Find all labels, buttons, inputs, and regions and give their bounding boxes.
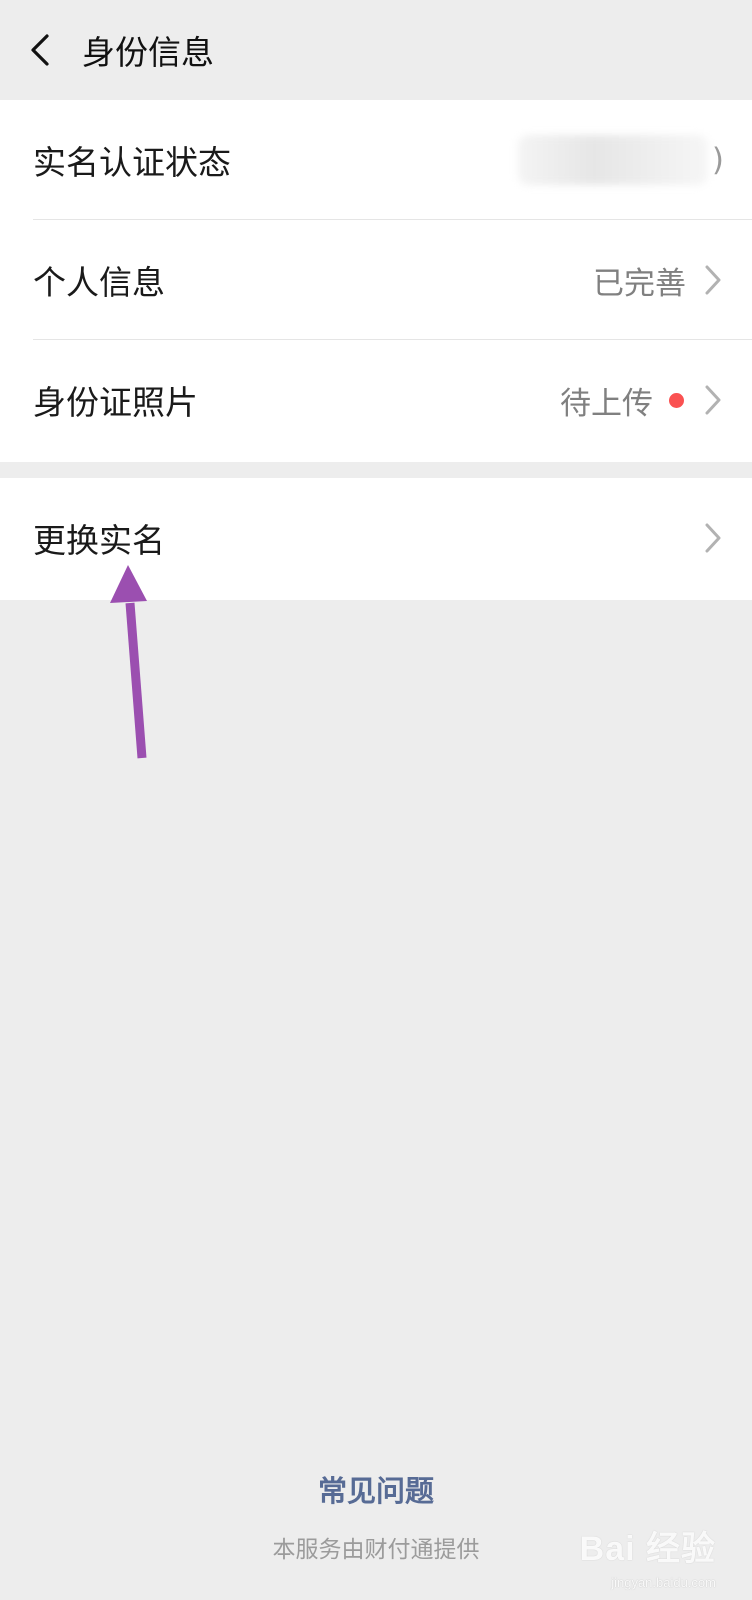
row-label: 身份证照片 — [33, 383, 198, 422]
watermark-url: jingyan.baidu.com — [611, 1575, 716, 1590]
back-button[interactable] — [0, 0, 80, 100]
row-personal-info[interactable]: 个人信息 已完善 — [0, 220, 752, 340]
annotation-arrow-icon — [110, 565, 147, 759]
chevron-right-icon — [705, 385, 721, 415]
chevron-right-icon — [705, 265, 721, 295]
row-value-suffix: ) — [711, 142, 724, 178]
chevron-left-icon — [31, 34, 49, 66]
faq-link[interactable]: 常见问题 — [318, 1468, 434, 1510]
row-verification-status[interactable]: 实名认证状态 ) — [0, 100, 752, 220]
nav-bar: 身份信息 — [0, 0, 752, 100]
blurred-value — [517, 135, 708, 185]
row-label: 个人信息 — [33, 263, 165, 302]
row-id-photo[interactable]: 身份证照片 待上传 — [0, 340, 752, 460]
watermark-brand: Bai 经验 — [579, 1530, 716, 1568]
watermark-logo: Bai 经验 jingyan.baidu.com — [579, 1521, 716, 1590]
row-label: 实名认证状态 — [33, 143, 231, 182]
page-title: 身份信息 — [82, 33, 214, 72]
row-label: 更换实名 — [33, 521, 165, 560]
row-value: 待上传 — [560, 385, 653, 422]
info-group: 实名认证状态 ) 个人信息 已完善 身份证照片 待上传 — [0, 100, 752, 462]
notification-dot — [669, 392, 684, 408]
row-value: 已完善 — [593, 265, 686, 302]
chevron-right-icon — [705, 523, 721, 553]
